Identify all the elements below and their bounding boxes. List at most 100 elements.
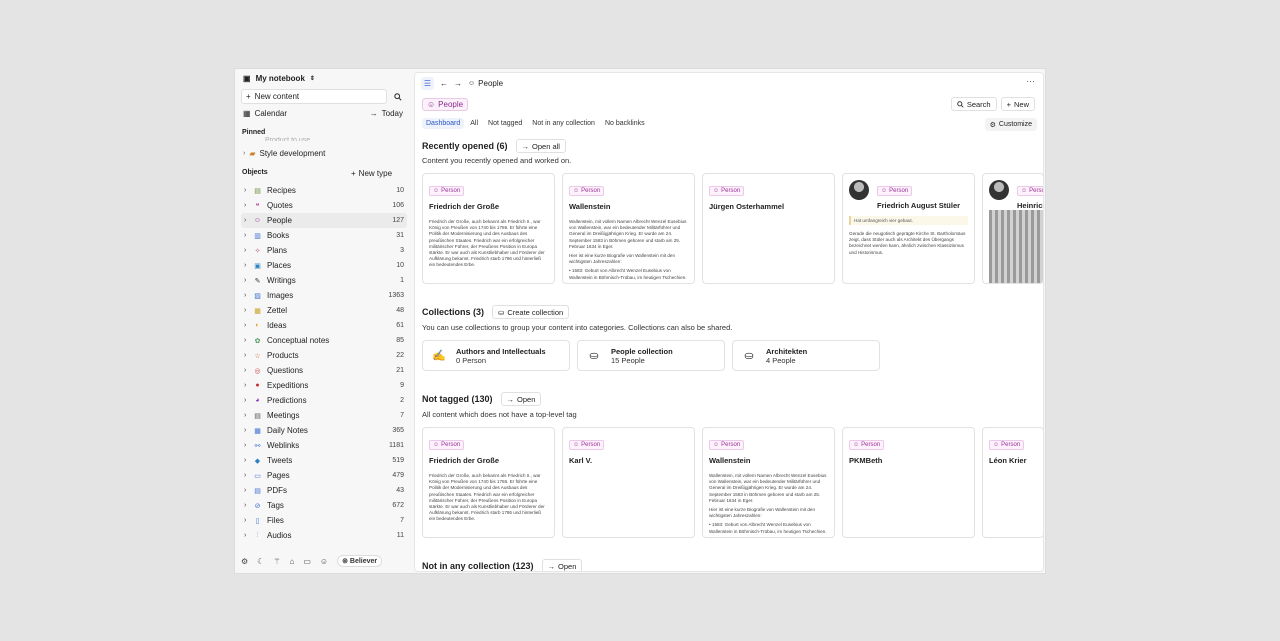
sidebar-item-daily-notes[interactable]: › ▦ Daily Notes 365 bbox=[241, 423, 407, 438]
sidebar-item-questions[interactable]: › ◎ Questions 21 bbox=[241, 363, 407, 378]
sidebar-item-plans[interactable]: › ✧ Plans 3 bbox=[241, 243, 407, 258]
person-tag[interactable]: ☺Person bbox=[429, 186, 465, 196]
person-tag[interactable]: ☺Person bbox=[709, 186, 745, 196]
person-card[interactable]: ☺ Person Wallenstein Wallenstein, mit volle… bbox=[562, 173, 695, 284]
sidebar-item-writings[interactable]: › ✎ Writings 1 bbox=[241, 273, 407, 288]
chevron-right-icon[interactable]: › bbox=[244, 217, 252, 224]
people-type-chip[interactable]: ☺ People bbox=[422, 98, 469, 111]
back-arrow-icon[interactable]: ← bbox=[440, 79, 448, 88]
person-tag[interactable]: ☺Person bbox=[989, 440, 1025, 450]
chevron-right-icon[interactable]: › bbox=[244, 472, 252, 479]
sidebar-item-audios[interactable]: › ⫶ Audios 11 bbox=[241, 528, 407, 543]
sidebar-item-ideas[interactable]: › ◐ Ideas 61 bbox=[241, 318, 407, 333]
tab-not-in-collection[interactable]: Not in any collection bbox=[528, 118, 599, 129]
chevron-right-icon[interactable]: › bbox=[244, 487, 252, 494]
person-card[interactable]: ☺ Person Friedrich der Große Friedrich der … bbox=[422, 173, 555, 284]
chevron-right-icon[interactable]: › bbox=[244, 292, 252, 299]
person-card[interactable]: ☺ Person PKMBeth bbox=[842, 427, 975, 538]
user-icon[interactable]: ☺ bbox=[320, 557, 328, 566]
person-card[interactable]: ☺ Person Friedrich der Große Friedrich der … bbox=[422, 427, 555, 538]
pinned-item-style-development[interactable]: › ▰ Style development bbox=[243, 149, 325, 158]
chevron-right-icon[interactable]: › bbox=[244, 232, 252, 239]
moon-icon[interactable]: ☾ bbox=[257, 557, 264, 566]
chevron-right-icon[interactable]: › bbox=[244, 532, 252, 539]
person-tag[interactable]: ☺Person bbox=[849, 440, 885, 450]
person-card[interactable]: ☺ Person Friedrich August Stüler Hat umfang… bbox=[842, 173, 975, 284]
sidebar-search-button[interactable] bbox=[390, 89, 405, 104]
sidebar-item-products[interactable]: › ☆ Products 22 bbox=[241, 348, 407, 363]
chevron-right-icon[interactable]: › bbox=[244, 367, 252, 374]
collection-card[interactable]: ✍ Authors and Intellectuals 0 Person bbox=[422, 340, 570, 371]
chevron-right-icon[interactable]: › bbox=[244, 247, 252, 254]
sidebar-item-tweets[interactable]: › ◆ Tweets 519 bbox=[241, 453, 407, 468]
sidebar-item-places[interactable]: › ▣ Places 10 bbox=[241, 258, 407, 273]
collection-card[interactable]: ⛀ People collection 15 People bbox=[577, 340, 725, 371]
sidebar-item-quotes[interactable]: › ❝ Quotes 106 bbox=[241, 198, 407, 213]
sidebar-item-predictions[interactable]: › ◕ Predictions 2 bbox=[241, 393, 407, 408]
chevron-right-icon[interactable]: › bbox=[244, 322, 252, 329]
chevron-right-icon[interactable]: › bbox=[244, 277, 252, 284]
person-tag[interactable]: ☺Person bbox=[1017, 186, 1043, 196]
person-tag[interactable]: ☺Person bbox=[569, 440, 605, 450]
sidebar-item-weblinks[interactable]: › ⚯ Weblinks 1181 bbox=[241, 438, 407, 453]
chevron-right-icon[interactable]: › bbox=[244, 442, 252, 449]
person-card[interactable]: ☺Person Heinrich bbox=[982, 173, 1043, 284]
sidebar-item-pages[interactable]: › ▭ Pages 479 bbox=[241, 468, 407, 483]
sidebar-item-conceptual-notes[interactable]: › ✿ Conceptual notes 85 bbox=[241, 333, 407, 348]
calendar-link[interactable]: ▦ Calendar bbox=[243, 109, 287, 118]
new-type-button[interactable]: + New type bbox=[351, 169, 392, 178]
sidebar-item-people[interactable]: › ☺ People 127 bbox=[241, 213, 407, 228]
person-card[interactable]: ☺ Person Wallenstein Wallenstein, mit volle… bbox=[702, 427, 835, 538]
magic-icon[interactable]: ⚚ bbox=[273, 557, 280, 566]
chevron-right-icon[interactable]: › bbox=[244, 502, 252, 509]
believer-badge[interactable]: ⊚ Believer bbox=[337, 555, 383, 567]
chevron-right-icon[interactable]: › bbox=[244, 307, 252, 314]
customize-button[interactable]: ⚙ Customize bbox=[984, 118, 1037, 131]
open-not-in-collection-button[interactable]: → Open bbox=[541, 559, 583, 571]
forward-arrow-icon[interactable]: → bbox=[454, 79, 462, 88]
tab-all[interactable]: All bbox=[466, 118, 482, 129]
chevron-right-icon[interactable]: › bbox=[244, 517, 252, 524]
open-all-button[interactable]: → Open all bbox=[515, 139, 566, 153]
create-collection-button[interactable]: ⛀ Create collection bbox=[492, 305, 570, 319]
sidebar-item-meetings[interactable]: › ▤ Meetings 7 bbox=[241, 408, 407, 423]
chevron-right-icon[interactable]: › bbox=[244, 352, 252, 359]
notebook-switcher[interactable]: ▣ My notebook ⇕ bbox=[243, 74, 315, 83]
today-link[interactable]: → Today bbox=[370, 109, 403, 118]
person-card[interactable]: ☺ Person Jürgen Osterhammel bbox=[702, 173, 835, 284]
tab-no-backlinks[interactable]: No backlinks bbox=[601, 118, 649, 129]
tab-dashboard[interactable]: Dashboard bbox=[422, 118, 465, 129]
chevron-right-icon[interactable]: › bbox=[244, 187, 252, 194]
collection-card[interactable]: ⛀ Architekten 4 People bbox=[732, 340, 880, 371]
person-tag[interactable]: ☺Person bbox=[709, 440, 745, 450]
settings-icon[interactable]: ⚙ bbox=[241, 557, 248, 566]
chevron-right-icon[interactable]: › bbox=[244, 412, 252, 419]
graduation-icon[interactable]: ⌂ bbox=[290, 557, 295, 566]
sidebar-item-files[interactable]: › ▯ Files 7 bbox=[241, 513, 407, 528]
sidebar-item-zettel[interactable]: › ▦ Zettel 48 bbox=[241, 303, 407, 318]
person-tag[interactable]: ☺Person bbox=[569, 186, 605, 196]
chevron-right-icon[interactable]: › bbox=[244, 382, 252, 389]
person-card[interactable]: ☺ Person Léon Krier bbox=[982, 427, 1043, 538]
sidebar-item-pdfs[interactable]: › ▤ PDFs 43 bbox=[241, 483, 407, 498]
more-options-icon[interactable]: ⋯ bbox=[1026, 76, 1035, 87]
chevron-right-icon[interactable]: › bbox=[244, 262, 252, 269]
chevron-right-icon[interactable]: › bbox=[244, 337, 252, 344]
person-card[interactable]: ☺ Person Karl V. bbox=[562, 427, 695, 538]
chevron-right-icon[interactable]: › bbox=[244, 202, 252, 209]
sidebar-item-tags[interactable]: › ⊘ Tags 672 bbox=[241, 498, 407, 513]
chevron-right-icon[interactable]: › bbox=[244, 427, 252, 434]
search-button[interactable]: Search bbox=[950, 97, 997, 111]
open-not-tagged-button[interactable]: → Open bbox=[500, 392, 542, 406]
person-tag[interactable]: ☺Person bbox=[877, 186, 913, 196]
new-content-button[interactable]: + New content bbox=[241, 89, 387, 104]
new-button[interactable]: + New bbox=[1000, 97, 1035, 111]
tab-not-tagged[interactable]: Not tagged bbox=[484, 118, 526, 129]
sidebar-item-images[interactable]: › ▨ Images 1363 bbox=[241, 288, 407, 303]
person-tag[interactable]: ☺Person bbox=[429, 440, 465, 450]
chevron-right-icon[interactable]: › bbox=[244, 457, 252, 464]
list-view-icon[interactable]: ☰ bbox=[421, 76, 434, 90]
sidebar-item-books[interactable]: › ▥ Books 31 bbox=[241, 228, 407, 243]
chevron-right-icon[interactable]: › bbox=[244, 397, 252, 404]
sidebar-item-expeditions[interactable]: › ● Expeditions 9 bbox=[241, 378, 407, 393]
